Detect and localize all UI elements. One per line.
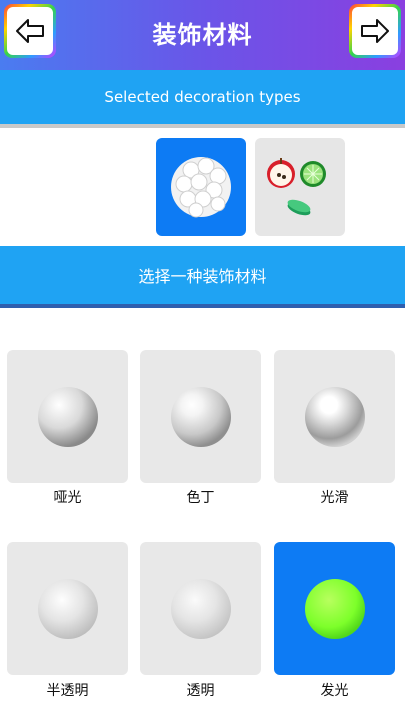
selected-types-label: Selected decoration types: [104, 88, 301, 106]
matte-sphere-icon: [37, 386, 98, 447]
forward-button[interactable]: [349, 4, 401, 58]
material-label-transparent: 透明: [186, 683, 215, 699]
material-label-satin: 色丁: [186, 490, 215, 506]
fruit-slices-icon: [267, 158, 326, 216]
arrow-right-icon: [361, 19, 389, 43]
material-label-glow: 发光: [320, 683, 349, 699]
transparent-sphere-icon: [170, 578, 231, 639]
satin-sphere-icon: [170, 386, 231, 447]
decoration-type-fruit[interactable]: [255, 138, 345, 236]
material-matte[interactable]: [7, 350, 128, 483]
material-glossy[interactable]: [274, 350, 395, 483]
decoration-type-sprinkles[interactable]: [156, 138, 246, 236]
material-glow[interactable]: [274, 542, 395, 675]
glossy-sphere-icon: [304, 386, 365, 447]
material-translucent[interactable]: [7, 542, 128, 675]
page-title: 装饰材料: [152, 20, 253, 49]
selected-types-bar: Selected decoration types: [0, 70, 405, 128]
glow-sphere-icon: [304, 578, 365, 639]
material-label-glossy: 光滑: [320, 490, 349, 506]
material-satin[interactable]: [140, 350, 261, 483]
translucent-sphere-icon: [37, 578, 98, 639]
material-label-matte: 哑光: [53, 490, 82, 506]
material-select-bar: 选择一种装饰材料: [0, 246, 405, 308]
top-header: 装饰材料: [0, 0, 405, 70]
material-select-label: 选择一种装饰材料: [138, 267, 267, 286]
material-transparent[interactable]: [140, 542, 261, 675]
material-label-translucent: 半透明: [46, 683, 89, 699]
sprinkle-ball-icon: [171, 157, 231, 218]
